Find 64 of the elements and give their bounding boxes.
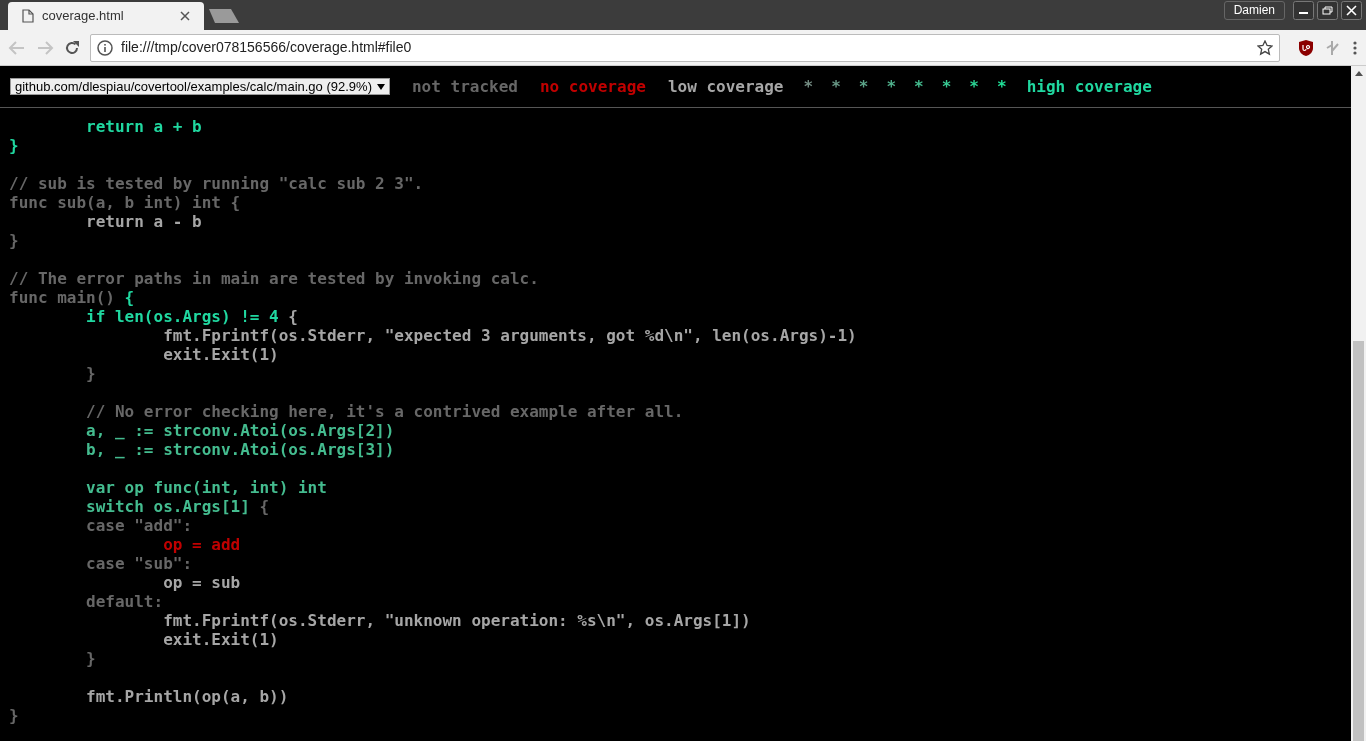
code-text: { [287,307,298,326]
legend-label: not tracked [411,75,518,98]
address-bar[interactable]: file:///tmp/cover078156566/coverage.html#file0 [90,33,1280,62]
legend-level-label: * [830,75,842,98]
legend-level-label: * [940,75,953,98]
code-text: switch os.Args[1] [86,497,250,516]
new-tab-button[interactable] [208,8,240,24]
scrollbar-thumb[interactable] [1353,341,1364,741]
legend-level-label: * [885,75,898,98]
legend-level-label: * [968,75,980,98]
restore-icon[interactable] [1317,1,1338,20]
code-text: case "sub": [86,554,193,573]
code-text: // The error paths in main are tested by invoking calc. [9,269,539,288]
star-icon[interactable] [1257,39,1273,56]
info-icon[interactable] [97,39,113,56]
close-icon[interactable] [180,11,190,21]
code-text: } [86,649,96,668]
code-text: exit.Exit(1) [163,345,279,364]
code-text: // No error checking here, it's a contrived example after all. [86,402,684,421]
code-text: if len(os.Args) != 4 [86,307,279,326]
code-text: a, _ := strconv.Atoi(os.Args[2]) [86,421,395,440]
code-text: } [9,231,19,250]
file-select-text: github.com/dlespiau/covertool/examples/calc/main.go (92.9%) [15,79,372,94]
shield-icon[interactable] [1298,38,1314,57]
code-text: func main() [9,288,116,307]
profile-button[interactable]: Damien [1223,1,1285,20]
code-text: { [124,288,135,307]
code-text: var op func(int, int) int [86,478,327,497]
dropdown-icon [376,83,385,90]
minimize-icon[interactable] [1293,1,1314,20]
url-text: file:///tmp/cover078156566/coverage.html#file0 [121,38,413,57]
code-text: fmt.Fprintf(os.Stderr, "unknown operation: %s\n", os.Args[1]) [163,611,751,630]
legend-level-label: * [913,75,925,98]
code-text: } [9,706,19,725]
code-text: case "add": [86,516,193,535]
tab-title: coverage.html [42,7,125,26]
legend-label: no coverage [539,75,646,98]
code-text: { [258,497,270,516]
scrollbar[interactable] [1351,66,1366,741]
code-text: op = sub [163,573,241,592]
close-icon[interactable] [1341,1,1362,20]
legend-level-label: * [996,75,1008,98]
legend-label: low coverage [667,75,784,98]
code-text: return a - b [86,212,202,231]
code-text: } [86,364,96,383]
legend-label: high coverage [1026,75,1152,98]
menu-icon[interactable] [1352,39,1358,56]
code-text: exit.Exit(1) [163,630,279,649]
code-text: return a + b [86,117,202,136]
code-text: op = add [163,535,241,554]
file-select[interactable]: github.com/dlespiau/covertool/examples/calc/main.go (92.9%) [10,78,390,95]
code-text: func sub(a, b int) int { [9,193,241,212]
code-text: // sub is tested by running "calc sub 2 3". [9,174,424,193]
scroll-up-icon[interactable] [1354,71,1363,76]
code-text: default: [86,592,164,611]
code-text: } [9,136,19,155]
browser-tab[interactable]: coverage.html [8,2,204,30]
document-icon [22,9,34,23]
code-text: fmt.Fprintf(os.Stderr, "expected 3 arguments, got %d\n", len(os.Args)-1) [163,326,857,345]
code-text: fmt.Println(op(a, b)) [86,687,289,706]
legend-level-label: * [857,75,870,98]
legend-level-label: * [802,75,815,98]
code-text: b, _ := strconv.Atoi(os.Args[3]) [86,440,395,459]
reload-icon[interactable] [64,39,80,56]
